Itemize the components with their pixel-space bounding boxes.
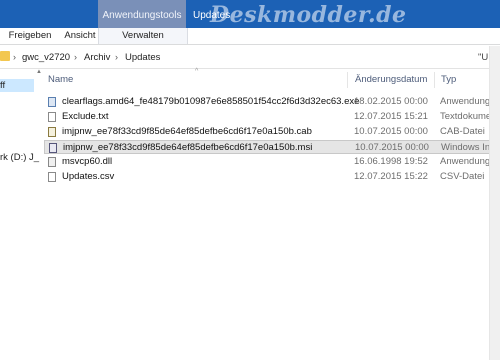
file-date: 16.06.1998 19:52 xyxy=(354,156,428,167)
file-name: imjpnw_ee78f33cd9f85de64ef85defbe6cd6f17… xyxy=(62,126,312,137)
column-divider[interactable] xyxy=(434,72,435,88)
tab-verwalten[interactable]: Verwalten xyxy=(98,28,188,44)
column-header-date[interactable]: Änderungsdatum xyxy=(355,74,427,85)
file-date: 12.07.2015 15:21 xyxy=(354,111,428,122)
file-row[interactable]: msvcp60.dll 16.06.1998 19:52 Anwendungse… xyxy=(44,155,500,169)
nav-drive-d[interactable]: rk (D:) J_ xyxy=(0,152,39,163)
file-name: Updates.csv xyxy=(62,171,115,182)
file-row[interactable]: Exclude.txt 12.07.2015 15:21 Textdokumen… xyxy=(44,110,500,124)
file-row[interactable]: clearflags.amd64_fe48179b010987e6e858501… xyxy=(44,95,500,109)
msi-icon xyxy=(49,143,57,153)
file-type: CSV-Datei xyxy=(440,171,485,182)
watermark: Deskmodder.de xyxy=(210,2,407,28)
file-name: imjpnw_ee78f33cd9f85de64ef85defbe6cd6f17… xyxy=(63,142,313,153)
sort-ascending-icon: ^ xyxy=(195,68,199,75)
file-name: msvcp60.dll xyxy=(62,156,113,167)
nav-item-label[interactable]: ff xyxy=(0,80,5,91)
column-header-type[interactable]: Typ xyxy=(441,74,456,85)
file-date: 10.07.2015 00:00 xyxy=(354,126,428,137)
breadcrumb-item[interactable]: Updates xyxy=(125,52,160,63)
folder-icon xyxy=(0,51,10,61)
breadcrumb-item[interactable]: Archiv xyxy=(84,52,110,63)
file-name: clearflags.amd64_fe48179b010987e6e858501… xyxy=(62,96,360,107)
csv-icon xyxy=(48,172,56,182)
exe-icon xyxy=(48,97,56,107)
search-input[interactable]: "U xyxy=(478,52,488,63)
divider xyxy=(0,44,500,45)
file-date: 12.07.2015 15:22 xyxy=(354,171,428,182)
file-row[interactable]: imjpnw_ee78f33cd9f85de64ef85defbe6cd6f17… xyxy=(44,125,500,139)
scroll-up-icon[interactable]: ▲ xyxy=(36,69,42,75)
file-type: Anwendung xyxy=(440,96,491,107)
chevron-right-icon[interactable]: › xyxy=(13,52,16,62)
breadcrumb-item[interactable]: gwc_v2720 xyxy=(22,52,70,63)
cab-icon xyxy=(48,127,56,137)
context-tab-label[interactable]: Anwendungstools xyxy=(98,10,186,21)
column-divider[interactable] xyxy=(347,72,348,88)
text-file-icon xyxy=(48,112,56,122)
file-row[interactable]: Updates.csv 12.07.2015 15:22 CSV-Datei xyxy=(44,170,500,184)
chevron-right-icon[interactable]: › xyxy=(74,52,77,62)
tab-ansicht[interactable]: Ansicht xyxy=(60,28,100,44)
file-date: 10.07.2015 00:00 xyxy=(355,142,429,153)
file-name: Exclude.txt xyxy=(62,111,109,122)
dll-icon xyxy=(48,157,56,167)
file-type: CAB-Datei xyxy=(440,126,485,137)
tab-freigeben[interactable]: Freigeben xyxy=(8,28,52,44)
column-header-name[interactable]: Name xyxy=(48,74,73,85)
chevron-right-icon[interactable]: › xyxy=(115,52,118,62)
file-date: 18.02.2015 00:00 xyxy=(354,96,428,107)
vertical-scrollbar[interactable] xyxy=(489,46,500,360)
navigation-pane xyxy=(0,69,34,360)
file-row-selected[interactable]: imjpnw_ee78f33cd9f85de64ef85defbe6cd6f17… xyxy=(44,140,500,154)
